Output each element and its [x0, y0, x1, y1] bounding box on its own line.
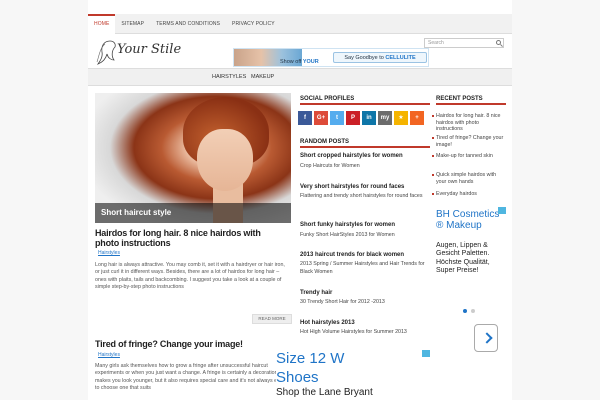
more-icon[interactable]: + — [410, 111, 424, 125]
random-post-sub: Crop Haircuts for Women — [300, 163, 360, 169]
pinterest-icon[interactable]: P — [346, 111, 360, 125]
facebook-icon[interactable]: f — [298, 111, 312, 125]
google-plus-icon[interactable]: G+ — [314, 111, 328, 125]
random-post-sub: Funky Short HairStyles 2013 for Women — [300, 232, 395, 238]
top-nav: HOME SITEMAP TERMS AND CONDITIONS PRIVAC… — [88, 14, 512, 34]
recent-post-link[interactable]: Tired of fringe? Change your image! — [432, 135, 506, 148]
recent-post-link[interactable]: Everyday hairdos — [432, 191, 506, 198]
random-post-title[interactable]: Short funky hairstyles for women — [300, 222, 395, 228]
ad-arrow-icon[interactable] — [474, 324, 498, 352]
myspace-icon[interactable]: my — [378, 111, 392, 125]
post-title[interactable]: Tired of fringe? Change your image! — [95, 339, 275, 349]
recent-post-link[interactable]: Make-up for tanned skin — [432, 153, 506, 160]
ad-line1[interactable]: Size 12 W — [276, 350, 344, 368]
random-post-sub: 30 Trendy Short Hair for 2012 -2013 — [300, 299, 385, 305]
mainnav-makeup[interactable]: MAKEUP — [251, 69, 274, 85]
recent-post-link[interactable]: Quick simple hairdos with your own hands — [432, 172, 506, 185]
ad-body: Augen, Lippen & Gesicht Paletten. Höchst… — [436, 242, 490, 274]
ad-line2[interactable]: Shoes — [276, 369, 319, 387]
topnav-privacy[interactable]: PRIVACY POLICY — [226, 14, 281, 34]
topnav-sitemap[interactable]: SITEMAP — [115, 14, 150, 34]
banner-cta[interactable]: Say Goodbye to CELLULITE — [333, 52, 427, 63]
sidebar-ad[interactable]: BH Cosmetics ® Makeup Augen, Lippen & Ge… — [432, 207, 506, 319]
featured-caption[interactable]: Short haircut style — [95, 203, 291, 223]
banner-showoff-text: Show off YOUR — [280, 59, 319, 65]
main-nav: HAIRSTYLES MAKEUP — [88, 68, 512, 86]
search-input[interactable]: Search — [424, 38, 504, 48]
featured-image[interactable]: Short haircut style — [95, 93, 291, 223]
twitter-icon[interactable]: t — [330, 111, 344, 125]
random-post-title[interactable]: Short cropped hairstyles for women — [300, 153, 403, 159]
post-category[interactable]: Hairstyles — [98, 250, 120, 256]
woman-silhouette-icon — [96, 40, 116, 65]
random-post-sub: Flattering and trendy short hairstyles f… — [300, 193, 423, 199]
bottom-ad[interactable]: Size 12 W Shoes Shop the Lane Bryant — [276, 350, 430, 400]
post-excerpt: Long hair is always attractive. You may … — [95, 262, 285, 291]
recent-post-link[interactable]: Hairdos for long hair. 8 nice hairdos wi… — [432, 113, 506, 133]
social-profiles-heading: SOCIAL PROFILES — [300, 96, 430, 105]
header-banner-ad[interactable]: Show off YOUR Say Goodbye to CELLULITE — [233, 48, 429, 67]
carousel-dots[interactable] — [462, 308, 476, 314]
ad-title[interactable]: BH Cosmetics ® Makeup — [436, 209, 506, 231]
post-excerpt: Many girls ask themselves how to grow a … — [95, 363, 288, 392]
post-title[interactable]: Hairdos for long hair. 8 nice hairdos wi… — [95, 228, 275, 248]
star-icon[interactable]: ★ — [394, 111, 408, 125]
read-more-button[interactable]: READ MORE — [252, 314, 292, 324]
random-post-title[interactable]: Very short hairstyles for round faces — [300, 184, 404, 190]
site-logo[interactable]: Your Stile — [96, 38, 202, 66]
topnav-terms[interactable]: TERMS AND CONDITIONS — [150, 14, 226, 34]
logo-text: Your Stile — [117, 42, 182, 57]
random-post-sub: 2013 Spring / Summer Hairstyles and Hair… — [300, 261, 425, 275]
post-category[interactable]: Hairstyles — [98, 352, 120, 358]
random-post-title[interactable]: Hot hairstyles 2013 — [300, 320, 355, 326]
adchoices-icon[interactable] — [422, 350, 430, 357]
hero-face — [197, 129, 253, 191]
mainnav-hairstyles[interactable]: HAIRSTYLES — [212, 69, 246, 85]
random-posts-heading: RANDOM POSTS — [300, 139, 430, 148]
ad-line3: Shop the Lane Bryant — [276, 387, 373, 398]
search-icon[interactable] — [496, 40, 501, 45]
topnav-home[interactable]: HOME — [88, 14, 116, 34]
linkedin-icon[interactable]: in — [362, 111, 376, 125]
social-buttons: f G+ t Pin my ★ + — [298, 111, 424, 125]
random-post-title[interactable]: 2013 haircut trends for black women — [300, 252, 404, 258]
adchoices-icon[interactable] — [498, 207, 506, 214]
random-post-sub: Hot High Volume Hairstyles for Summer 20… — [300, 329, 407, 335]
random-post-title[interactable]: Trendy hair — [300, 290, 332, 296]
recent-posts-heading: RECENT POSTS — [436, 96, 506, 105]
